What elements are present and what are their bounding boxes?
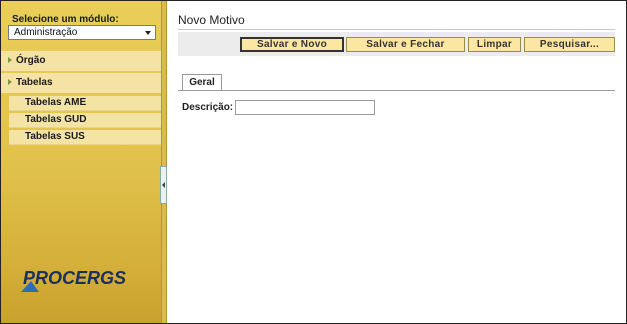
triangle-right-icon (8, 57, 12, 63)
description-input[interactable] (235, 100, 375, 115)
sidebar-item-label: Órgão (16, 55, 46, 66)
module-select[interactable]: Administração (8, 25, 156, 40)
sidebar: Selecione um módulo: Administração Órgão… (1, 1, 161, 323)
logo-text: PROCERGS (23, 268, 127, 288)
sidebar-subitem-tabelas-gud[interactable]: Tabelas GUD (9, 113, 161, 128)
toolbar: Salvar e Novo Salvar e Fechar Limpar Pes… (178, 32, 615, 56)
sidebar-subitem-label: Tabelas AME (25, 97, 87, 108)
sidebar-subitem-label: Tabelas SUS (25, 131, 85, 142)
collapse-sidebar-handle[interactable] (160, 166, 167, 204)
module-select-label: Selecione um módulo: (12, 14, 119, 25)
sidebar-item-label: Tabelas (16, 77, 53, 88)
save-and-close-button[interactable]: Salvar e Fechar (346, 37, 465, 52)
triangle-right-icon (8, 79, 12, 85)
sidebar-item-tabelas[interactable]: Tabelas (1, 73, 161, 93)
save-and-new-button[interactable]: Salvar e Novo (240, 37, 344, 52)
sidebar-subitem-tabelas-ame[interactable]: Tabelas AME (9, 96, 161, 111)
dropdown-arrow-icon (145, 31, 151, 35)
sidebar-subitem-label: Tabelas GUD (25, 114, 87, 125)
sidebar-subitem-tabelas-sus[interactable]: Tabelas SUS (9, 130, 161, 145)
page-title: Novo Motivo (178, 13, 245, 27)
module-select-value: Administração (14, 27, 78, 38)
sidebar-item-orgao[interactable]: Órgão (1, 51, 161, 71)
tab-geral[interactable]: Geral (182, 74, 222, 90)
description-label: Descrição: (182, 102, 234, 113)
clear-button[interactable]: Limpar (468, 37, 521, 52)
search-button[interactable]: Pesquisar... (524, 37, 615, 52)
title-divider (178, 29, 615, 30)
tab-strip-border (178, 90, 615, 91)
procergs-logo: PROCERGS (19, 268, 144, 295)
app-window: Selecione um módulo: Administração Órgão… (0, 0, 627, 324)
main-panel: Novo Motivo Salvar e Novo Salvar e Fecha… (167, 1, 626, 323)
chevron-left-icon (162, 182, 165, 188)
